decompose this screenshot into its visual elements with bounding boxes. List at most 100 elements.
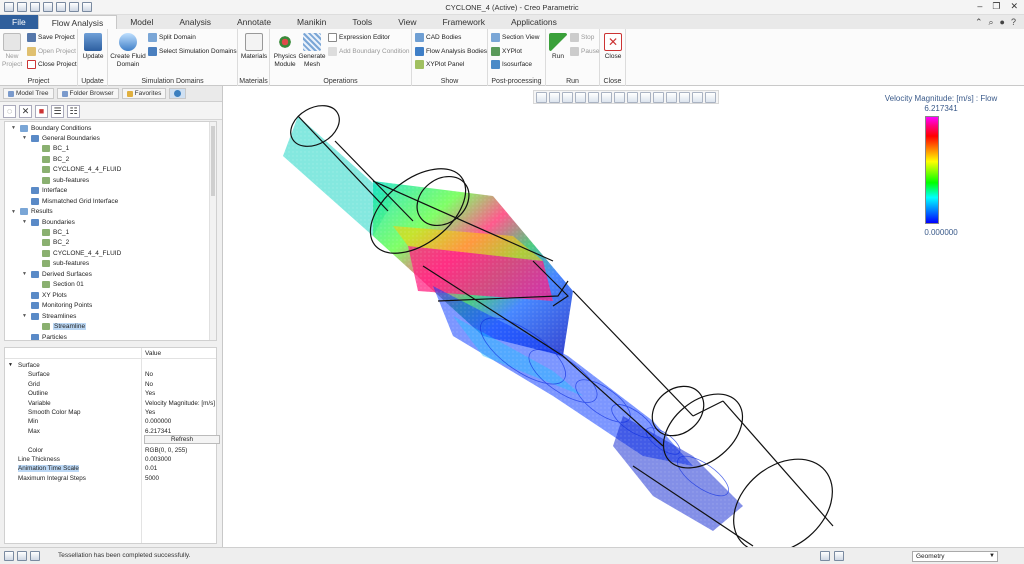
- property-row[interactable]: Maximum Integral Steps 5000: [5, 474, 216, 483]
- create-fluid-domain-button[interactable]: Create Fluid Domain: [110, 33, 146, 68]
- tab-tools[interactable]: Tools: [339, 15, 385, 29]
- tree-item[interactable]: ▼ Streamlines: [22, 311, 76, 321]
- refresh-button[interactable]: Refresh: [144, 435, 220, 444]
- property-row[interactable]: Variable Velocity Magnitude: [m/s] :: [5, 399, 217, 408]
- tree-item[interactable]: ▼ Boundary Conditions: [11, 123, 91, 133]
- full-screen-icon[interactable]: [30, 551, 40, 561]
- tree-collapse-icon[interactable]: ☷: [67, 105, 80, 118]
- tree-item[interactable]: ▼ General Boundaries: [22, 133, 100, 143]
- help-icon[interactable]: ?: [1011, 17, 1016, 28]
- property-value[interactable]: Yes: [145, 409, 217, 416]
- close-button[interactable]: ✕ Close: [602, 33, 624, 61]
- tree-item[interactable]: BC_2: [33, 154, 69, 164]
- tree-scroll-thumb[interactable]: [211, 126, 215, 196]
- expression-editor-button[interactable]: Expression Editor: [328, 33, 390, 42]
- close-window-icon[interactable]: ✕: [1010, 1, 1018, 12]
- minimize-icon[interactable]: –: [977, 1, 982, 12]
- property-row[interactable]: Smooth Color Map Yes: [5, 408, 216, 417]
- cad-bodies-button[interactable]: CAD Bodies: [415, 33, 461, 42]
- tree-item[interactable]: Mismatched Grid Interface: [22, 196, 118, 206]
- restore-icon[interactable]: ❐: [992, 1, 1000, 12]
- save-project-button[interactable]: Save Project: [27, 33, 75, 42]
- add-boundary-condition-button[interactable]: Add Boundary Condition: [328, 47, 409, 56]
- tree-item[interactable]: Particles: [22, 332, 67, 340]
- selection-filter-select[interactable]: Geometry ▼: [912, 551, 998, 562]
- nav-tab-flow-analysis-globe[interactable]: [169, 88, 187, 99]
- new-project-button[interactable]: New Project: [2, 33, 22, 68]
- property-row[interactable]: Grid No: [5, 380, 216, 389]
- selection-icon[interactable]: [834, 551, 844, 561]
- property-value[interactable]: 0.000000: [145, 418, 217, 425]
- tab-manikin[interactable]: Manikin: [284, 15, 339, 29]
- tree-item[interactable]: Section 01: [33, 280, 84, 290]
- find-icon[interactable]: [820, 551, 830, 561]
- tree-item[interactable]: Monitoring Points: [22, 301, 92, 311]
- tree-item[interactable]: BC_1: [33, 228, 69, 238]
- section-view-button[interactable]: Section View: [491, 33, 539, 42]
- tree-item[interactable]: CYCLONE_4_4_FLUID: [33, 248, 121, 258]
- property-row[interactable]: Color RGB(0, 0, 255): [5, 446, 216, 455]
- tab-framework[interactable]: Framework: [429, 15, 498, 29]
- search-icon[interactable]: ⌕: [989, 17, 994, 28]
- property-value[interactable]: No: [145, 381, 217, 388]
- property-row[interactable]: Surface No: [5, 370, 216, 379]
- browser-toggle-icon[interactable]: [17, 551, 27, 561]
- nav-tab-model-tree[interactable]: Model Tree: [3, 88, 54, 99]
- close-project-button[interactable]: Close Project: [27, 60, 77, 69]
- expand-triangle-icon[interactable]: ▼: [22, 271, 28, 277]
- stop-button[interactable]: Stop: [570, 33, 594, 42]
- open-project-button[interactable]: Open Project: [27, 47, 76, 56]
- property-row[interactable]: ▼ Surface: [5, 361, 216, 370]
- tree-item[interactable]: CYCLONE_4_4_FLUID: [33, 165, 121, 175]
- tab-flow-analysis[interactable]: Flow Analysis: [37, 15, 118, 29]
- property-row[interactable]: Line Thickness 0.003000: [5, 455, 216, 464]
- navigator-toggle-icon[interactable]: [4, 551, 14, 561]
- property-row[interactable]: Outline Yes: [5, 389, 216, 398]
- tree-item[interactable]: ▼ Boundaries: [22, 217, 75, 227]
- expand-triangle-icon[interactable]: ▼: [8, 362, 13, 368]
- tab-view[interactable]: View: [385, 15, 429, 29]
- tree-item[interactable]: XY Plots: [22, 290, 67, 300]
- physics-module-button[interactable]: Physics Module: [272, 33, 298, 68]
- xyplot-button[interactable]: XYPlot: [491, 47, 522, 56]
- expand-triangle-icon[interactable]: ▼: [22, 135, 28, 141]
- tree-item[interactable]: BC_2: [33, 238, 69, 248]
- tree-item[interactable]: sub-features: [33, 175, 89, 185]
- tree-expand-icon[interactable]: ☰: [51, 105, 64, 118]
- tree-item[interactable]: ▼ Results: [11, 207, 53, 217]
- expand-triangle-icon[interactable]: ▼: [11, 209, 17, 215]
- isosurface-button[interactable]: Isosurface: [491, 60, 532, 69]
- property-value[interactable]: 6.217341: [145, 428, 217, 435]
- xyplot-panel-button[interactable]: XYPlot Panel: [415, 60, 464, 69]
- property-value[interactable]: No: [145, 371, 217, 378]
- tab-model[interactable]: Model: [117, 15, 166, 29]
- expand-triangle-icon[interactable]: ▼: [11, 125, 17, 131]
- tab-analysis[interactable]: Analysis: [166, 15, 224, 29]
- expand-triangle-icon[interactable]: ▼: [22, 313, 28, 319]
- tree-item[interactable]: Interface: [22, 186, 67, 196]
- update-button[interactable]: Update: [81, 33, 105, 61]
- run-button[interactable]: Run: [548, 33, 568, 61]
- tree-settings-icon[interactable]: ◌: [3, 105, 16, 118]
- pause-button[interactable]: Pause: [570, 47, 599, 56]
- property-value[interactable]: Yes: [145, 390, 217, 397]
- flow-analysis-bodies-button[interactable]: Flow Analysis Bodies: [415, 47, 487, 56]
- tab-annotate[interactable]: Annotate: [224, 15, 284, 29]
- settings-icon[interactable]: ●: [1000, 17, 1005, 28]
- tree-item[interactable]: sub-features: [33, 259, 89, 269]
- tree-item[interactable]: Streamline: [33, 322, 87, 332]
- split-domain-button[interactable]: Split Domain: [148, 33, 196, 42]
- tree-scrollbar[interactable]: [209, 122, 216, 340]
- nav-tab-folder-browser[interactable]: Folder Browser: [56, 88, 119, 99]
- tab-applications[interactable]: Applications: [498, 15, 570, 29]
- tab-file[interactable]: File: [0, 15, 38, 29]
- select-simulation-domains-button[interactable]: Select Simulation Domains: [148, 47, 237, 56]
- collapse-ribbon-icon[interactable]: ⌃: [975, 17, 983, 28]
- materials-button[interactable]: Materials: [240, 33, 268, 61]
- property-value[interactable]: 0.003000: [145, 456, 217, 463]
- graphics-viewport[interactable]: Velocity Magnitude: [m/s] : Flow 6.21734…: [222, 86, 1024, 547]
- nav-tab-favorites[interactable]: Favorites: [121, 88, 167, 99]
- tree-delete-icon[interactable]: ✕: [19, 105, 32, 118]
- property-row[interactable]: Animation Time Scale 0.01: [5, 464, 216, 473]
- property-value[interactable]: 5000: [145, 475, 217, 482]
